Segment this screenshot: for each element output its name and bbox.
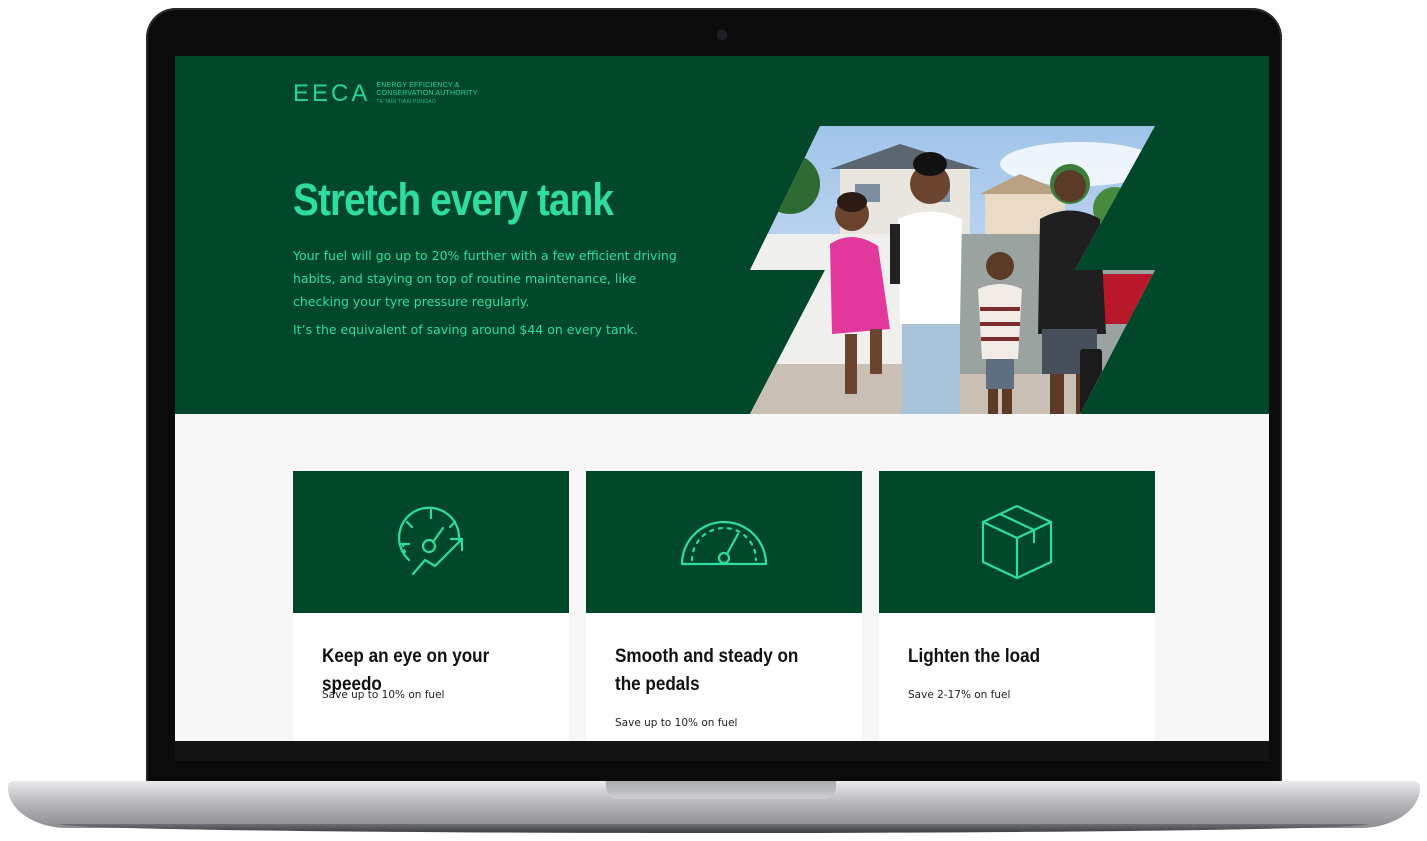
screen-bottom-bezel <box>175 741 1269 761</box>
card-title: Lighten the load <box>908 646 1041 667</box>
card-media <box>586 471 862 613</box>
card-title: Smooth and steady on the pedals <box>615 646 799 695</box>
family-photo <box>750 126 1155 414</box>
tip-card-pedals[interactable]: Smooth and steady on the pedals Save up … <box>586 471 862 741</box>
laptop-base-edge <box>60 824 1368 833</box>
hero-title: Stretch every tank <box>293 174 614 225</box>
logo-line-3: TE TARI TIAKI PŪNGAO <box>376 99 436 105</box>
tip-card-load[interactable]: Lighten the load Save 2-17% on fuel <box>879 471 1155 741</box>
hero-body: Your fuel will go up to 20% further with… <box>293 244 693 346</box>
speedometer-arrow-icon <box>398 506 464 576</box>
hero-paragraph-1: Your fuel will go up to 20% further with… <box>293 248 677 309</box>
card-subtitle: Save 2-17% on fuel <box>908 689 1011 701</box>
card-subtitle: Save up to 10% on fuel <box>615 717 738 729</box>
hero-section: EECA ENERGY EFFICIENCY & CONSERVATION AU… <box>175 56 1269 414</box>
card-subtitle: Save up to 10% on fuel <box>322 689 445 701</box>
logo-text: ENERGY EFFICIENCY & CONSERVATION AUTHORI… <box>376 82 477 106</box>
laptop-notch <box>606 781 836 799</box>
logo-line-1: ENERGY EFFICIENCY & <box>376 82 460 89</box>
camera-icon <box>718 31 726 39</box>
card-media <box>879 471 1155 613</box>
gauge-icon <box>680 520 768 566</box>
card-media <box>293 471 569 613</box>
screen: EECA ENERGY EFFICIENCY & CONSERVATION AU… <box>175 56 1269 741</box>
eeca-logo[interactable]: EECA ENERGY EFFICIENCY & CONSERVATION AU… <box>293 80 478 108</box>
logo-line-2: CONSERVATION AUTHORITY <box>376 90 478 97</box>
logo-mark: EECA <box>293 80 371 107</box>
tip-card-speedo[interactable]: Keep an eye on your speedo Save up to 10… <box>293 471 569 741</box>
hero-paragraph-2: It’s the equivalent of saving around $44… <box>293 322 638 337</box>
box-icon <box>981 504 1053 580</box>
